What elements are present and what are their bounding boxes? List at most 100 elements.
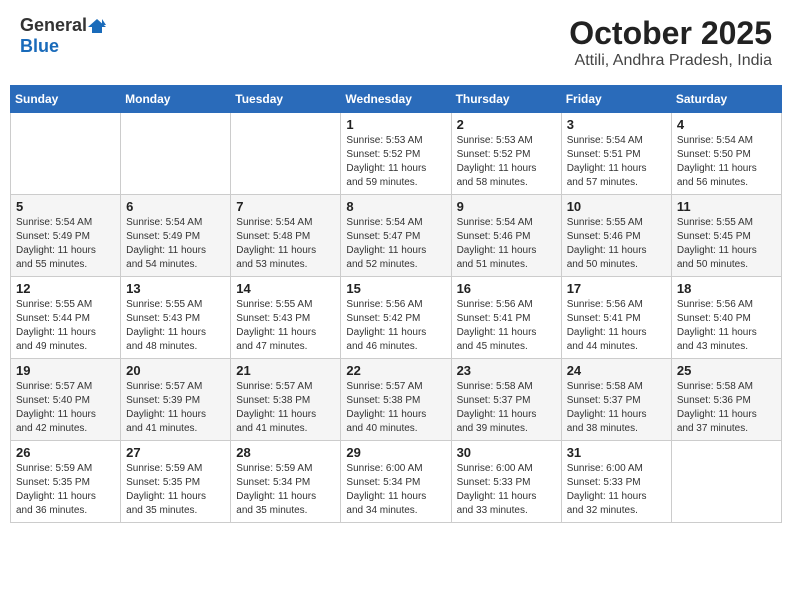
day-info: Sunrise: 5:57 AM Sunset: 5:38 PM Dayligh…	[346, 380, 445, 436]
day-number: 17	[567, 281, 666, 296]
logo-general-text: General	[20, 15, 87, 36]
day-info: Sunrise: 5:56 AM Sunset: 5:41 PM Dayligh…	[567, 298, 666, 354]
day-info: Sunrise: 5:54 AM Sunset: 5:47 PM Dayligh…	[346, 216, 445, 272]
calendar-cell: 22 Sunrise: 5:57 AM Sunset: 5:38 PM Dayli…	[341, 359, 451, 441]
calendar-cell: 14 Sunrise: 5:55 AM Sunset: 5:43 PM Dayli…	[231, 277, 341, 359]
weekday-header-monday: Monday	[121, 86, 231, 113]
calendar-cell: 11 Sunrise: 5:55 AM Sunset: 5:45 PM Dayli…	[671, 195, 781, 277]
day-number: 15	[346, 281, 445, 296]
day-number: 20	[126, 363, 225, 378]
day-number: 29	[346, 445, 445, 460]
day-number: 27	[126, 445, 225, 460]
day-number: 26	[16, 445, 115, 460]
day-info: Sunrise: 5:56 AM Sunset: 5:40 PM Dayligh…	[677, 298, 776, 354]
logo-bird-icon	[88, 17, 106, 35]
calendar-cell: 26 Sunrise: 5:59 AM Sunset: 5:35 PM Dayli…	[11, 441, 121, 523]
day-info: Sunrise: 5:57 AM Sunset: 5:38 PM Dayligh…	[236, 380, 335, 436]
day-info: Sunrise: 5:55 AM Sunset: 5:43 PM Dayligh…	[236, 298, 335, 354]
weekday-header-row: SundayMondayTuesdayWednesdayThursdayFrid…	[11, 86, 782, 113]
day-number: 25	[677, 363, 776, 378]
day-info: Sunrise: 5:54 AM Sunset: 5:51 PM Dayligh…	[567, 134, 666, 190]
page-header: General Blue October 2025 Attili, Andhra…	[10, 10, 782, 75]
day-info: Sunrise: 6:00 AM Sunset: 5:33 PM Dayligh…	[457, 462, 556, 518]
calendar-cell: 23Sunrise: 5:58 AM Sunset: 5:37 PM Dayli…	[451, 359, 561, 441]
location: Attili, Andhra Pradesh, India	[569, 52, 772, 70]
day-info: Sunrise: 5:59 AM Sunset: 5:35 PM Dayligh…	[16, 462, 115, 518]
calendar-cell: 28Sunrise: 5:59 AM Sunset: 5:34 PM Dayli…	[231, 441, 341, 523]
day-number: 22	[346, 363, 445, 378]
month-title: October 2025	[569, 15, 772, 52]
day-info: Sunrise: 5:58 AM Sunset: 5:37 PM Dayligh…	[457, 380, 556, 436]
day-info: Sunrise: 6:00 AM Sunset: 5:33 PM Dayligh…	[567, 462, 666, 518]
day-number: 4	[677, 117, 776, 132]
day-number: 14	[236, 281, 335, 296]
day-number: 12	[16, 281, 115, 296]
day-number: 24	[567, 363, 666, 378]
day-number: 11	[677, 199, 776, 214]
calendar-cell	[671, 441, 781, 523]
day-info: Sunrise: 5:54 AM Sunset: 5:49 PM Dayligh…	[126, 216, 225, 272]
weekday-header-tuesday: Tuesday	[231, 86, 341, 113]
calendar-cell	[11, 113, 121, 195]
weekday-header-wednesday: Wednesday	[341, 86, 451, 113]
day-number: 9	[457, 199, 556, 214]
day-info: Sunrise: 5:53 AM Sunset: 5:52 PM Dayligh…	[346, 134, 445, 190]
week-row-1: 1 Sunrise: 5:53 AM Sunset: 5:52 PM Daylig…	[11, 113, 782, 195]
week-row-2: 5 Sunrise: 5:54 AM Sunset: 5:49 PM Daylig…	[11, 195, 782, 277]
calendar-cell: 9Sunrise: 5:54 AM Sunset: 5:46 PM Daylig…	[451, 195, 561, 277]
calendar-cell: 25 Sunrise: 5:58 AM Sunset: 5:36 PM Dayli…	[671, 359, 781, 441]
day-number: 21	[236, 363, 335, 378]
day-number: 5	[16, 199, 115, 214]
day-info: Sunrise: 5:55 AM Sunset: 5:43 PM Dayligh…	[126, 298, 225, 354]
day-number: 6	[126, 199, 225, 214]
calendar-cell: 20 Sunrise: 5:57 AM Sunset: 5:39 PM Dayli…	[121, 359, 231, 441]
day-info: Sunrise: 5:57 AM Sunset: 5:39 PM Dayligh…	[126, 380, 225, 436]
day-info: Sunrise: 5:56 AM Sunset: 5:41 PM Dayligh…	[457, 298, 556, 354]
day-info: Sunrise: 5:55 AM Sunset: 5:44 PM Dayligh…	[16, 298, 115, 354]
day-number: 28	[236, 445, 335, 460]
calendar-table: SundayMondayTuesdayWednesdayThursdayFrid…	[10, 85, 782, 523]
day-info: Sunrise: 5:56 AM Sunset: 5:42 PM Dayligh…	[346, 298, 445, 354]
day-info: Sunrise: 5:54 AM Sunset: 5:48 PM Dayligh…	[236, 216, 335, 272]
calendar-cell: 10 Sunrise: 5:55 AM Sunset: 5:46 PM Dayli…	[561, 195, 671, 277]
calendar-cell: 24Sunrise: 5:58 AM Sunset: 5:37 PM Dayli…	[561, 359, 671, 441]
calendar-cell	[231, 113, 341, 195]
weekday-header-sunday: Sunday	[11, 86, 121, 113]
day-info: Sunrise: 6:00 AM Sunset: 5:34 PM Dayligh…	[346, 462, 445, 518]
day-number: 1	[346, 117, 445, 132]
week-row-5: 26 Sunrise: 5:59 AM Sunset: 5:35 PM Dayli…	[11, 441, 782, 523]
day-info: Sunrise: 5:54 AM Sunset: 5:49 PM Dayligh…	[16, 216, 115, 272]
calendar-cell	[121, 113, 231, 195]
calendar-cell: 18Sunrise: 5:56 AM Sunset: 5:40 PM Dayli…	[671, 277, 781, 359]
weekday-header-friday: Friday	[561, 86, 671, 113]
day-number: 10	[567, 199, 666, 214]
week-row-4: 19 Sunrise: 5:57 AM Sunset: 5:40 PM Dayli…	[11, 359, 782, 441]
day-info: Sunrise: 5:55 AM Sunset: 5:45 PM Dayligh…	[677, 216, 776, 272]
day-info: Sunrise: 5:54 AM Sunset: 5:50 PM Dayligh…	[677, 134, 776, 190]
calendar-cell: 19 Sunrise: 5:57 AM Sunset: 5:40 PM Dayli…	[11, 359, 121, 441]
calendar-cell: 15 Sunrise: 5:56 AM Sunset: 5:42 PM Dayli…	[341, 277, 451, 359]
day-number: 30	[457, 445, 556, 460]
calendar-cell: 30 Sunrise: 6:00 AM Sunset: 5:33 PM Dayli…	[451, 441, 561, 523]
day-info: Sunrise: 5:58 AM Sunset: 5:36 PM Dayligh…	[677, 380, 776, 436]
calendar-cell: 16Sunrise: 5:56 AM Sunset: 5:41 PM Dayli…	[451, 277, 561, 359]
calendar-cell: 17 Sunrise: 5:56 AM Sunset: 5:41 PM Dayli…	[561, 277, 671, 359]
calendar-cell: 27Sunrise: 5:59 AM Sunset: 5:35 PM Dayli…	[121, 441, 231, 523]
calendar-cell: 7Sunrise: 5:54 AM Sunset: 5:48 PM Daylig…	[231, 195, 341, 277]
calendar-cell: 5 Sunrise: 5:54 AM Sunset: 5:49 PM Daylig…	[11, 195, 121, 277]
calendar-cell: 1 Sunrise: 5:53 AM Sunset: 5:52 PM Daylig…	[341, 113, 451, 195]
logo: General Blue	[20, 15, 106, 57]
calendar-cell: 4 Sunrise: 5:54 AM Sunset: 5:50 PM Daylig…	[671, 113, 781, 195]
day-number: 19	[16, 363, 115, 378]
weekday-header-thursday: Thursday	[451, 86, 561, 113]
calendar-cell: 31Sunrise: 6:00 AM Sunset: 5:33 PM Dayli…	[561, 441, 671, 523]
calendar-cell: 12 Sunrise: 5:55 AM Sunset: 5:44 PM Dayli…	[11, 277, 121, 359]
week-row-3: 12 Sunrise: 5:55 AM Sunset: 5:44 PM Dayli…	[11, 277, 782, 359]
calendar-cell: 2Sunrise: 5:53 AM Sunset: 5:52 PM Daylig…	[451, 113, 561, 195]
day-number: 8	[346, 199, 445, 214]
day-info: Sunrise: 5:57 AM Sunset: 5:40 PM Dayligh…	[16, 380, 115, 436]
weekday-header-saturday: Saturday	[671, 86, 781, 113]
day-info: Sunrise: 5:55 AM Sunset: 5:46 PM Dayligh…	[567, 216, 666, 272]
calendar-cell: 8 Sunrise: 5:54 AM Sunset: 5:47 PM Daylig…	[341, 195, 451, 277]
day-info: Sunrise: 5:53 AM Sunset: 5:52 PM Dayligh…	[457, 134, 556, 190]
